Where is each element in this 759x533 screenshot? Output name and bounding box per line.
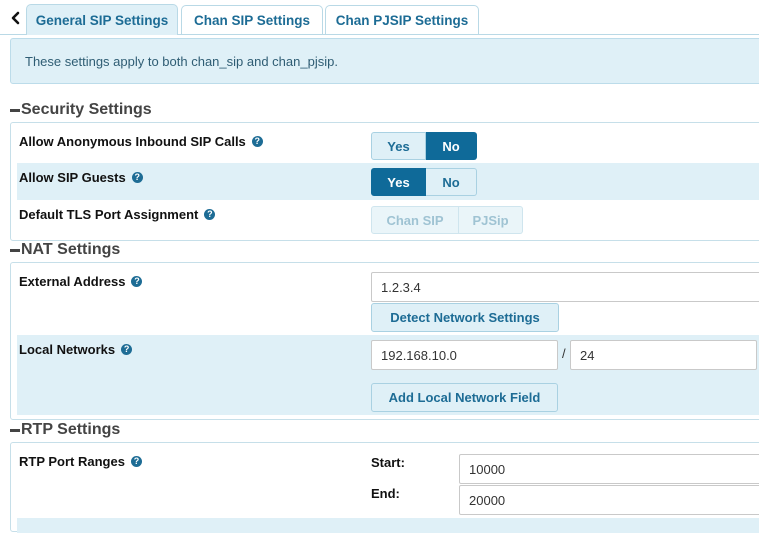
collapse-icon	[10, 248, 20, 252]
help-icon[interactable]: ?	[121, 343, 133, 355]
external-address-text: External Address	[19, 273, 126, 289]
security-settings-title: Security Settings	[21, 101, 152, 118]
nat-settings-title: NAT Settings	[21, 241, 121, 258]
collapse-icon	[10, 428, 20, 432]
anonymous-yes-option[interactable]: Yes	[371, 132, 426, 160]
external-address-input[interactable]	[371, 272, 759, 302]
rtp-settings-header[interactable]: RTP Settings	[10, 421, 120, 439]
subnet-mask-input[interactable]	[570, 340, 757, 370]
subnet-separator: /	[562, 346, 566, 361]
rtp-start-label: Start:	[371, 455, 405, 470]
row-highlight	[17, 518, 759, 533]
anonymous-calls-text: Allow Anonymous Inbound SIP Calls	[19, 133, 246, 149]
tab-chan-sip-settings[interactable]: Chan SIP Settings	[181, 5, 323, 34]
anonymous-no-option[interactable]: No	[426, 132, 477, 160]
help-icon[interactable]: ?	[131, 171, 143, 183]
rtp-settings-title: RTP Settings	[21, 421, 121, 438]
sip-guests-label: Allow SIP Guests?	[19, 168, 143, 186]
rtp-end-label: End:	[371, 486, 400, 501]
guests-no-option[interactable]: No	[426, 168, 477, 196]
tls-port-toggle: Chan SIP PJSip	[371, 206, 523, 234]
rtp-port-ranges-label: RTP Port Ranges?	[19, 452, 142, 470]
tab-general-sip-settings[interactable]: General SIP Settings	[26, 4, 178, 35]
help-icon[interactable]: ?	[131, 275, 143, 287]
rtp-end-input[interactable]	[459, 485, 759, 515]
help-icon[interactable]: ?	[251, 135, 263, 147]
tls-pjsip-option: PJSip	[459, 206, 523, 234]
local-networks-text: Local Networks	[19, 341, 116, 357]
guests-yes-option[interactable]: Yes	[371, 168, 426, 196]
help-icon[interactable]: ?	[130, 455, 142, 467]
tls-port-label: Default TLS Port Assignment?	[19, 205, 216, 223]
sip-guests-text: Allow SIP Guests	[19, 169, 126, 185]
back-arrow-icon[interactable]	[9, 10, 23, 26]
collapse-icon	[10, 108, 20, 112]
security-settings-header[interactable]: Security Settings	[10, 101, 152, 119]
nat-settings-header[interactable]: NAT Settings	[10, 241, 120, 259]
rtp-start-input[interactable]	[459, 454, 759, 484]
local-networks-label: Local Networks?	[19, 340, 133, 358]
help-icon[interactable]: ?	[204, 208, 216, 220]
detect-network-settings-button[interactable]: Detect Network Settings	[371, 303, 559, 332]
external-address-label: External Address?	[19, 272, 143, 290]
local-network-input[interactable]	[371, 340, 558, 370]
anonymous-calls-toggle[interactable]: Yes No	[371, 132, 477, 160]
tab-chan-pjsip-settings[interactable]: Chan PJSIP Settings	[325, 5, 479, 34]
add-local-network-field-button[interactable]: Add Local Network Field	[371, 383, 558, 412]
info-alert: These settings apply to both chan_sip an…	[10, 38, 759, 84]
tls-chan-sip-option: Chan SIP	[371, 206, 459, 234]
tls-port-text: Default TLS Port Assignment	[19, 206, 199, 222]
tab-content: These settings apply to both chan_sip an…	[0, 35, 759, 533]
anonymous-calls-label: Allow Anonymous Inbound SIP Calls?	[19, 132, 263, 150]
sip-guests-toggle[interactable]: Yes No	[371, 168, 477, 196]
rtp-port-ranges-text: RTP Port Ranges	[19, 453, 125, 469]
info-text: These settings apply to both chan_sip an…	[25, 53, 338, 69]
